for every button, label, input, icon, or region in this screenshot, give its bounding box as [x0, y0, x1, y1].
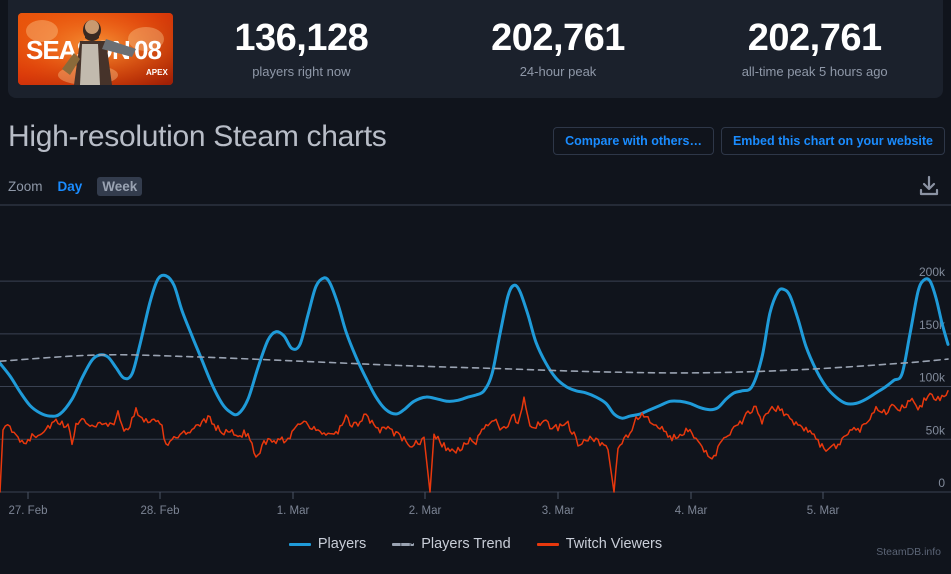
chart-canvas: 050k100k150k200k27. Feb 28. Feb 1. Mar 2. M…	[0, 204, 951, 517]
chart-action-buttons: Compare with others… Embed this chart on…	[553, 127, 945, 155]
y-axis-tick-label: 200k	[919, 265, 946, 279]
stat-all-time-peak: 202,761 all-time peak 5 hours ago	[686, 16, 943, 80]
stat-value: 136,128	[234, 16, 369, 59]
zoom-option-day[interactable]: Day	[53, 177, 88, 196]
legend-item-twitch-viewers[interactable]: Twitch Viewers	[536, 536, 663, 552]
embed-chart-button[interactable]: Embed this chart on your website	[720, 127, 945, 155]
legend-item-players-trend[interactable]: Players Trend	[392, 536, 511, 552]
series-line-players-trend	[0, 353, 949, 374]
stat-24-hour-peak: 202,761 24-hour peak	[430, 16, 687, 80]
download-icon[interactable]	[917, 174, 941, 198]
y-axis-tick-label: 100k	[919, 371, 946, 385]
zoom-option-week[interactable]: Week	[97, 176, 143, 196]
chart-legend: Players Players Trend Twitch Viewers	[0, 536, 951, 552]
x-axis-tick-label: 27. Feb	[9, 505, 48, 517]
legend-swatch-players	[288, 542, 311, 546]
legend-label: Players	[317, 536, 367, 552]
legend-swatch-twitch-viewers	[536, 542, 559, 546]
x-axis-tick-label: 4. Mar	[675, 505, 708, 517]
compare-with-others-button[interactable]: Compare with others…	[553, 127, 714, 155]
page-title: High-resolution Steam charts	[8, 120, 387, 153]
players-chart[interactable]: 0 50k 100k 150k 200k 27. Feb 28. Feb 1. Mar 2. M…	[0, 200, 951, 530]
steamdb-watermark: SteamDB.info	[876, 546, 941, 558]
chart-header-row: High-resolution Steam charts Compare wit…	[0, 120, 951, 168]
legend-item-players[interactable]: Players	[288, 536, 367, 552]
capsule-brand-text: APEX	[146, 68, 168, 77]
stat-players-right-now: 136,128 players right now	[173, 16, 430, 80]
capsule-number-text: 08	[134, 35, 161, 65]
zoom-label: Zoom	[8, 178, 43, 194]
game-stats-card: SEASON 08 APEX 136,128 players right now…	[8, 0, 943, 98]
y-axis-tick-label: 50k	[926, 423, 946, 437]
x-axis-tick-label: 3. Mar	[542, 505, 575, 517]
stat-label: 24-hour peak	[519, 64, 597, 80]
steamdb-chart-page: SEASON 08 APEX 136,128 players right now…	[0, 0, 951, 574]
stat-value: 202,761	[491, 16, 625, 59]
legend-label: Twitch Viewers	[565, 536, 663, 552]
x-axis-tick-label: 1. Mar	[277, 505, 310, 517]
series-line-players	[0, 273, 950, 420]
game-thumbnail[interactable]: SEASON 08 APEX	[18, 13, 173, 85]
series-line-twitch-viewers	[0, 390, 949, 493]
legend-swatch-players-trend	[392, 542, 415, 546]
zoom-controls: Zoom Day Week	[0, 172, 951, 200]
game-capsule-image: SEASON 08 APEX	[18, 13, 173, 85]
y-axis-tick-label: 0	[938, 476, 945, 490]
download-glyph	[919, 175, 939, 196]
capsule-artwork: SEASON 08 APEX	[18, 13, 173, 85]
stat-label: all-time peak 5 hours ago	[741, 64, 888, 80]
legend-label: Players Trend	[421, 536, 511, 552]
stat-label: players right now	[252, 64, 351, 80]
x-axis-tick-label: 28. Feb	[141, 505, 180, 517]
x-axis-tick-label: 2. Mar	[409, 505, 442, 517]
x-axis-tick-label: 5. Mar	[807, 505, 840, 517]
stat-value: 202,761	[747, 16, 882, 59]
